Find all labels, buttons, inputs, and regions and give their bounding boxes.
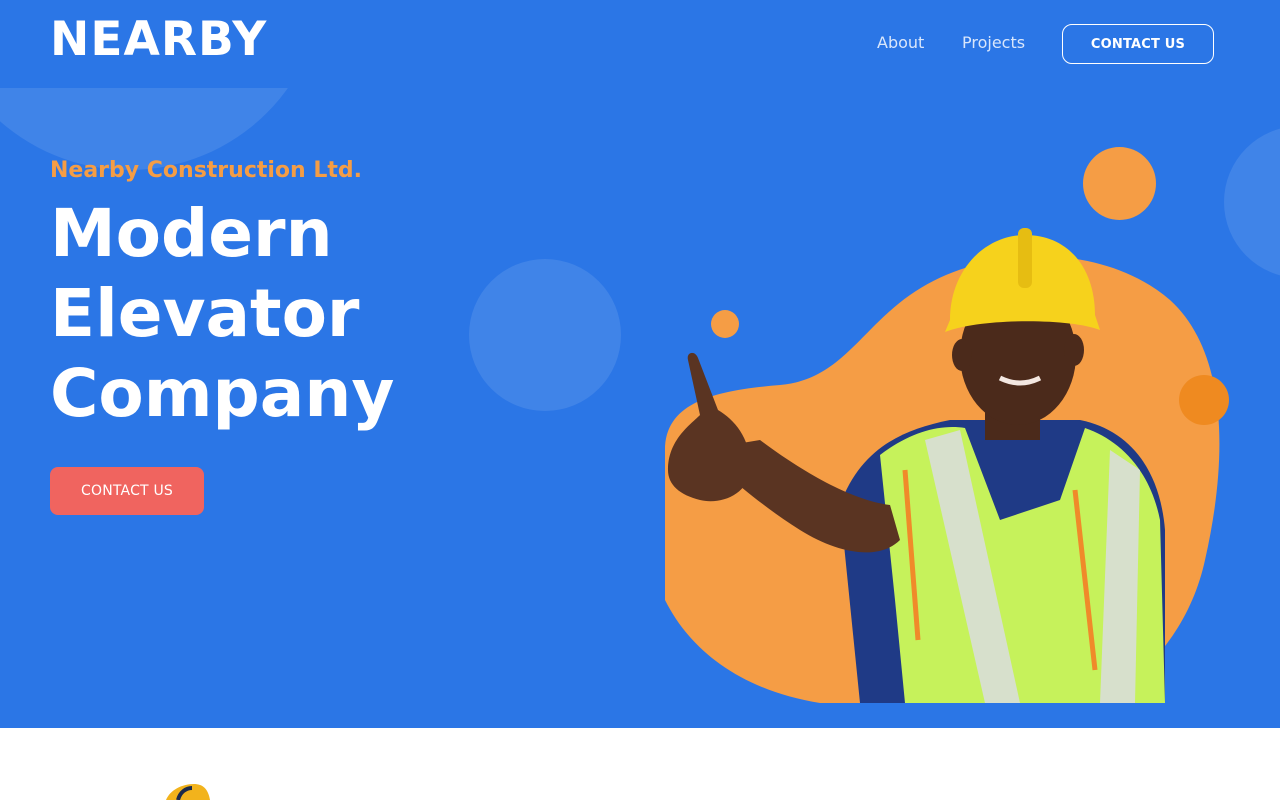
- headline-line: Elevator: [50, 275, 360, 352]
- company-tagline: Nearby Construction Ltd.: [50, 158, 362, 183]
- nav-contact-button[interactable]: CONTACT US: [1062, 24, 1214, 64]
- hard-hat-ridge: [1018, 228, 1032, 288]
- hero-section: NEARBY About Projects CONTACT US Nearby …: [0, 0, 1280, 728]
- worker-ear: [1064, 334, 1084, 366]
- nav-link-projects[interactable]: Projects: [962, 32, 1025, 54]
- brand-logo[interactable]: NEARBY: [50, 12, 267, 68]
- headline-line: Company: [50, 355, 395, 432]
- worker-ear: [952, 339, 972, 371]
- nav-link-about[interactable]: About: [877, 32, 924, 54]
- worker-illustration: [665, 228, 1220, 703]
- decorative-dot: [1179, 375, 1229, 425]
- hard-hat-icon: [166, 784, 210, 800]
- headline-line: Modern: [50, 195, 333, 272]
- hero-contact-button[interactable]: CONTACT US: [50, 467, 204, 515]
- hero-headline: Modern Elevator Company: [50, 194, 530, 434]
